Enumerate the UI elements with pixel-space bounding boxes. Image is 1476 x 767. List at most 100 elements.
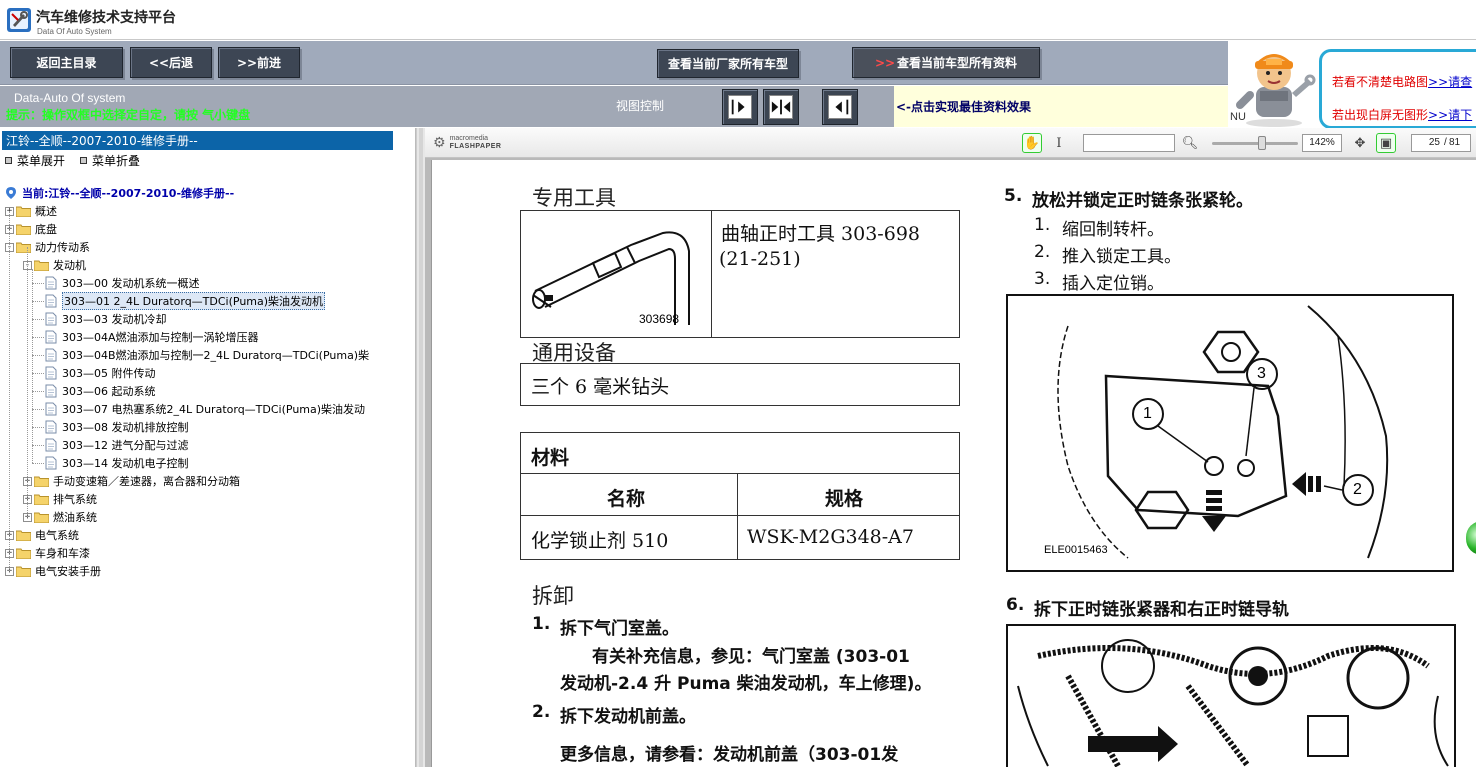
help-blank-link[interactable]: >>请下 [1428,108,1472,122]
tree-item-label-selected: 303—01 2_4L Duratorq—TDCi(Puma)柴油发动机 [62,292,326,310]
zoom-level[interactable]: 142% [1302,134,1342,152]
tree-folder-item[interactable]: + 电气系统 [5,526,79,544]
tree-folder-item[interactable]: + 底盘 [5,220,57,238]
page-current[interactable]: 25 [1414,135,1440,151]
materials-col-spec: 规格 [825,488,864,510]
step5-number: 5. [1004,186,1023,206]
step1-text: 拆下气门室盖。 [560,619,679,639]
special-tools-title: 专用工具 [532,186,616,210]
fit-page-icon[interactable]: ▣ [1376,133,1396,153]
tree-doc-item[interactable]: 303—04A燃油添加与控制一涡轮增压器 [45,328,259,346]
general-equipment-table: 三个 6 毫米钻头 [520,363,960,406]
special-tools-table: 303698 曲轴正时工具 303-698 (21-251) [520,210,960,338]
material-spec: WSK-M2G348-A7 [747,526,914,548]
expand-right-icon [728,95,752,119]
document-icon [45,348,57,362]
step5-sub1-number: 1. [1034,215,1051,235]
tree-connector [32,391,44,392]
help-box: 若看不清楚电路图>>请查 若出现白屏无图形>>请下 [1319,49,1476,129]
viewer-search-input[interactable] [1083,134,1175,152]
zoom-slider[interactable] [1212,142,1298,145]
main-toolbar: 返回主目录 <<后退 >>前进 查看当前厂家所有车型 >> 查看当前车型所有资料 [0,41,1228,85]
app-logo-icon [7,8,31,32]
fit-width-icon[interactable]: ✥ [1350,133,1370,153]
text-select-icon[interactable]: I [1049,133,1069,153]
tree-connector [32,301,44,302]
tree-doc-item[interactable]: 303—12 进气分配与过滤 [45,436,189,454]
tree-item-label: 车身和车漆 [35,547,90,560]
view-right-button[interactable] [822,89,858,125]
tree-folder-item[interactable]: + 电气安装手册 [5,562,101,580]
folder-icon [34,512,49,523]
general-equipment-item: 三个 6 毫米钻头 [531,376,670,398]
tree-item-label: 燃油系统 [53,511,97,524]
viewer-toolbar: ⚙ macromedia FLASHPAPER ✋ I 🔍︎ 142% ✥ ▣ … [425,128,1476,158]
folder-icon [16,224,31,235]
folder-icon [34,476,49,487]
tree-doc-item[interactable]: 303—04B燃油添加与控制一2_4L Duratorq—TDCi(Puma)柴 [45,346,369,364]
tree-folder-item[interactable]: + 车身和车漆 [5,544,90,562]
view-split-button[interactable] [763,89,799,125]
tree-item-label: 底盘 [35,223,57,236]
panel-splitter[interactable] [416,128,425,767]
step5-text: 放松并锁定正时链条张紧轮。 [1032,191,1253,211]
tree-doc-item[interactable]: 303—00 发动机系统一概述 [45,274,200,292]
all-models-button[interactable]: 查看当前厂家所有车型 [657,49,799,78]
menu-expand-button[interactable]: 菜单展开 [5,152,65,169]
tree-folder-item[interactable]: - 动力传动系 [5,238,90,256]
step5-sub3-text: 插入定位销。 [1062,274,1164,294]
search-icon[interactable]: 🔍︎ [1180,133,1200,153]
hand-tool-icon[interactable]: ✋ [1022,133,1042,153]
site-name: Data-Auto Of system [14,91,126,105]
tree-connector [32,337,44,338]
tree-item-label: 303—04B燃油添加与控制一2_4L Duratorq—TDCi(Puma)柴 [62,349,370,362]
tree-item-label: 303—00 发动机系统一概述 [62,277,200,290]
back-button[interactable]: <<后退 [130,47,212,78]
tree-doc-item[interactable]: 303—07 电热塞系统2_4L Duratorq—TDCi(Puma)柴油发动 [45,400,365,418]
tree-folder-item[interactable]: + 概述 [5,202,57,220]
tree-connector [32,373,44,374]
home-button[interactable]: 返回主目录 [10,47,123,78]
tree-doc-item[interactable]: 303—14 发动机电子控制 [45,454,189,472]
help-circuit-link[interactable]: >>请查 [1428,75,1472,89]
tree-doc-item[interactable]: 303—05 附件传动 [45,364,156,382]
step2-info: 更多信息，请参看：发动机前盖（303-01发 [560,745,899,765]
menu-collapse-button[interactable]: 菜单折叠 [80,152,140,169]
tree-doc-item[interactable]: 303—08 发动机排放控制 [45,418,189,436]
tree-connector [32,269,33,463]
model-docs-button[interactable]: >> 查看当前车型所有资料 [852,47,1040,78]
step2-text: 拆下发动机前盖。 [560,707,696,727]
figure1-code: ELE0015463 [1044,544,1108,556]
tree-folder-item[interactable]: + 排气系统 [23,490,97,508]
tree-item-label: 303—14 发动机电子控制 [62,457,189,470]
page-total: 81 [1449,137,1461,148]
document-icon [45,384,57,398]
tensioner-diagram-image [1057,305,1389,559]
step5-sub2-number: 2. [1034,242,1051,262]
tree-doc-item[interactable]: 303—03 发动机冷却 [45,310,167,328]
folder-icon [34,494,49,505]
tree-folder-item[interactable]: + 手动变速箱／差速器，离合器和分动箱 [23,472,240,490]
flashpaper-brand: macromedia FLASHPAPER [450,135,502,151]
splitter-grip[interactable] [419,128,423,767]
page-separator: / [1444,137,1447,148]
tree-doc-item[interactable]: 303—01 2_4L Duratorq—TDCi(Puma)柴油发动机 [45,292,326,310]
page-indicator[interactable]: 25 / 81 [1411,134,1471,152]
step5-sub2-text: 推入锁定工具。 [1062,247,1181,267]
zoom-slider-thumb[interactable] [1258,136,1266,150]
tree-doc-item[interactable]: 303—06 起动系统 [45,382,156,400]
forward-button[interactable]: >>前进 [218,47,300,78]
menu-collapse-label: 菜单折叠 [92,154,141,168]
tree-header[interactable]: 江铃--全顺--2007-2010-维修手册-- [2,131,393,150]
view-left-button[interactable] [722,89,758,125]
tree-item-label: 303—05 附件传动 [62,367,156,380]
removal-title: 拆卸 [532,584,574,608]
tree-folder-item[interactable]: + 燃油系统 [23,508,97,526]
material-name: 化学锁止剂 510 [531,530,669,552]
tree-connector [32,355,44,356]
tree-item-label: 动力传动系 [35,241,90,254]
arrow-icon: >> [874,55,896,70]
figure1-callout-3: 3 [1257,365,1266,382]
timing-chain-diagram-image [1017,639,1449,767]
title-bar: 汽车维修技术支持平台 Data Of Auto System [0,0,1476,40]
